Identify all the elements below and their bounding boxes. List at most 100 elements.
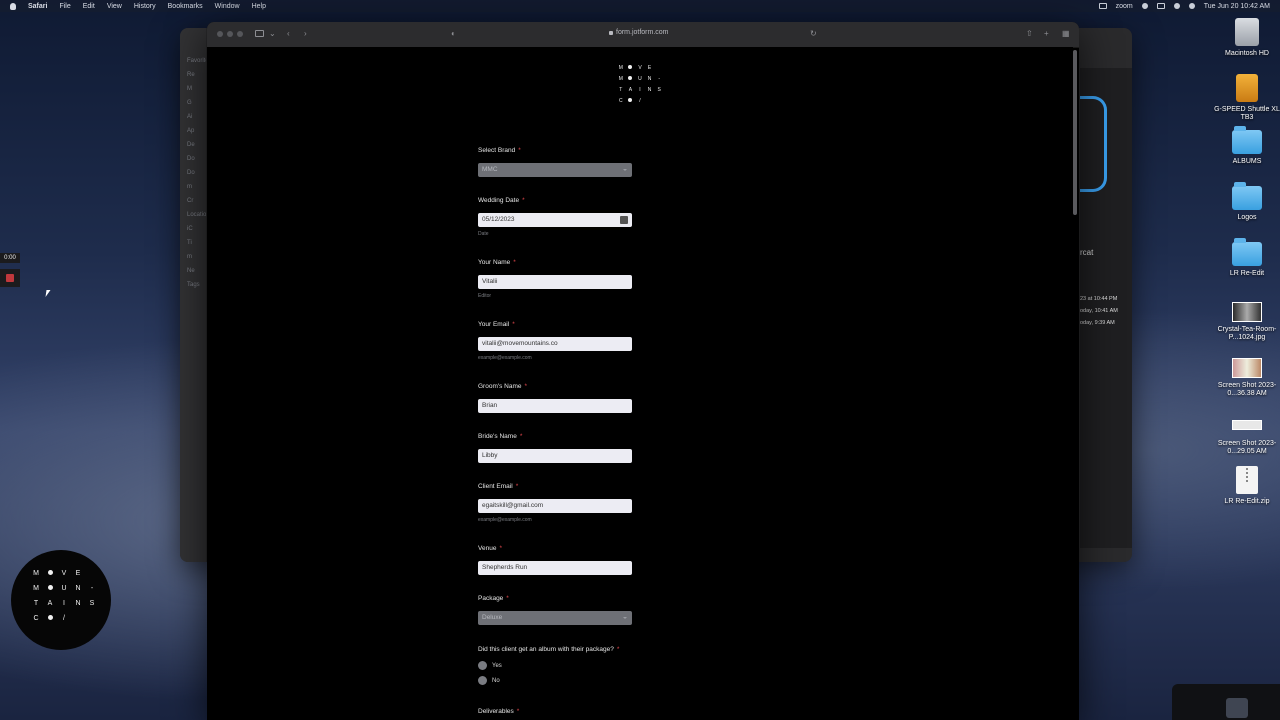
menu-file[interactable]: File	[59, 3, 70, 10]
minimize-window-button[interactable]	[227, 31, 233, 37]
logo-glyph: /	[63, 615, 65, 622]
address-bar[interactable]: form.jotform.com	[609, 29, 669, 36]
logo-glyph	[43, 615, 57, 622]
your-email-input[interactable]: vitalii@movemountains.co	[478, 337, 632, 351]
zip-icon	[1236, 466, 1258, 494]
zoom-label[interactable]: zoom	[1116, 3, 1133, 10]
page-scrollbar[interactable]	[1073, 50, 1077, 215]
preview-date: 23 at 10:44 PM	[1080, 296, 1118, 302]
wedding-date-input[interactable]: 05/12/2023	[478, 213, 632, 227]
desktop-icon-albums[interactable]: ALBUMS	[1211, 126, 1280, 166]
finder-sidebar-item[interactable]: m	[187, 180, 206, 194]
grooms-name-input[interactable]: Brian	[478, 399, 632, 413]
field-label: Your Email	[478, 321, 510, 328]
menu-window[interactable]: Window	[215, 3, 240, 10]
sidebar-toggle-icon[interactable]	[255, 30, 264, 37]
status-icon[interactable]	[1141, 3, 1148, 9]
forward-icon[interactable]: ›	[304, 30, 307, 38]
finder-sidebar-item: Locations	[187, 212, 206, 218]
wifi-icon[interactable]	[1173, 3, 1180, 9]
new-tab-icon[interactable]: +	[1044, 30, 1049, 38]
finder-sidebar-item[interactable]: Re	[187, 68, 206, 82]
finder-sidebar-item[interactable]: m	[187, 250, 206, 264]
radio-button[interactable]	[478, 676, 487, 685]
safari-window[interactable]: ⌄ ‹ › ◐ form.jotform.com ↻ ⇧ + ▦ M VE M UN-…	[207, 22, 1079, 720]
tab-overview-icon[interactable]: ▦	[1062, 30, 1070, 38]
field-your-name: Your Name * Vitalii Editor	[478, 259, 638, 299]
logo-dot-icon	[628, 98, 633, 102]
logo-glyph: -	[90, 585, 94, 592]
finder-sidebar-item[interactable]: G	[187, 96, 206, 110]
radio-option-no[interactable]: No	[478, 676, 678, 685]
menu-safari[interactable]: Safari	[28, 3, 47, 10]
field-label: Client Email	[478, 483, 513, 490]
desktop-icon-screenshot-1[interactable]: Screen Shot 2023-0...36.38 AM	[1211, 358, 1280, 398]
menu-bookmarks[interactable]: Bookmarks	[168, 3, 203, 10]
menu-edit[interactable]: Edit	[83, 3, 95, 10]
calendar-icon[interactable]	[620, 216, 628, 224]
finder-sidebar-item[interactable]: Do	[187, 166, 206, 180]
desktop-icon-lr-zip[interactable]: LR Re-Edit.zip	[1211, 466, 1280, 506]
desktop-icon-logos[interactable]: Logos	[1211, 182, 1280, 222]
radio-button[interactable]	[478, 661, 487, 670]
maximize-window-button[interactable]	[237, 31, 243, 37]
reload-icon[interactable]: ↻	[810, 30, 817, 38]
lock-icon	[609, 30, 613, 35]
chevron-down-icon[interactable]: ⌄	[269, 30, 276, 38]
menu-history[interactable]: History	[134, 3, 156, 10]
venue-input[interactable]: Shepherds Run	[478, 561, 632, 575]
client-email-input[interactable]: egaitskill@gmail.com	[478, 499, 632, 513]
logo-glyph: T	[33, 600, 39, 607]
finder-sidebar-item[interactable]: iC	[187, 222, 206, 236]
field-album-question: Did this client get an album with their …	[478, 646, 678, 685]
finder-sidebar-item[interactable]: Ap	[187, 124, 206, 138]
field-label: Deliverables	[478, 708, 514, 715]
share-icon[interactable]: ⇧	[1026, 30, 1033, 38]
back-icon[interactable]: ‹	[287, 30, 290, 38]
desktop-icon-crystal-tea-room[interactable]: Crystal-Tea-Room-P...1024.jpg	[1211, 302, 1280, 342]
finder-sidebar-item[interactable]: De	[187, 138, 206, 152]
stop-recording-button[interactable]	[0, 269, 20, 287]
search-icon[interactable]	[1188, 3, 1195, 9]
package-select[interactable]: Deluxe	[478, 611, 632, 625]
screen-icon[interactable]	[1098, 3, 1107, 9]
your-name-input[interactable]: Vitalii	[478, 275, 632, 289]
logo-glyph: V	[61, 570, 67, 577]
finder-sidebar-item[interactable]: Do	[187, 152, 206, 166]
app-icon[interactable]	[1226, 698, 1248, 718]
logo-glyph: A	[47, 600, 53, 607]
required-mark: *	[524, 383, 528, 390]
finder-sidebar-item[interactable]: Ti	[187, 236, 206, 250]
finder-sidebar-item[interactable]: M	[187, 82, 206, 96]
logo-glyph	[654, 98, 664, 104]
page-content[interactable]: M V E M U N - T A I N S C / Select Brand * MMC Wedding…	[207, 47, 1073, 720]
field-your-email: Your Email * vitalii@movemountains.co exa…	[478, 321, 638, 361]
preview-date: oday, 10:41 AM	[1080, 308, 1118, 314]
field-label: Did this client get an album with their …	[478, 646, 614, 653]
logo-glyph	[626, 65, 636, 71]
desktop-icon-lr-re-edit[interactable]: LR Re-Edit	[1211, 238, 1280, 278]
logo-glyph	[43, 570, 57, 577]
close-window-button[interactable]	[217, 31, 223, 37]
logo-glyph: S	[89, 600, 95, 607]
battery-icon[interactable]	[1156, 3, 1165, 9]
field-label: Venue	[478, 545, 497, 552]
finder-sidebar-item[interactable]: Ne	[187, 264, 206, 278]
logo-glyph	[85, 570, 99, 577]
brides-name-input[interactable]: Libby	[478, 449, 632, 463]
folder-icon	[1232, 182, 1262, 210]
logo-glyph: U	[61, 585, 67, 592]
menu-help[interactable]: Help	[252, 3, 266, 10]
finder-sidebar-item[interactable]: Ai	[187, 110, 206, 124]
logo-glyph: C	[618, 98, 623, 104]
privacy-shield-icon[interactable]: ◐	[451, 30, 456, 38]
desktop-icon-gspeed[interactable]: G-SPEED Shuttle XL TB3	[1211, 74, 1280, 122]
clock[interactable]: Tue Jun 20 10:42 AM	[1204, 3, 1270, 10]
brand-select[interactable]: MMC	[478, 163, 632, 177]
radio-option-yes[interactable]: Yes	[478, 661, 678, 670]
menu-view[interactable]: View	[107, 3, 122, 10]
finder-sidebar-item[interactable]: Cr	[187, 194, 206, 208]
desktop-icon-screenshot-2[interactable]: Screen Shot 2023-0...29.05 AM	[1211, 416, 1280, 456]
apple-icon[interactable]	[10, 2, 16, 10]
desktop-icon-macintosh-hd[interactable]: Macintosh HD	[1211, 18, 1280, 58]
